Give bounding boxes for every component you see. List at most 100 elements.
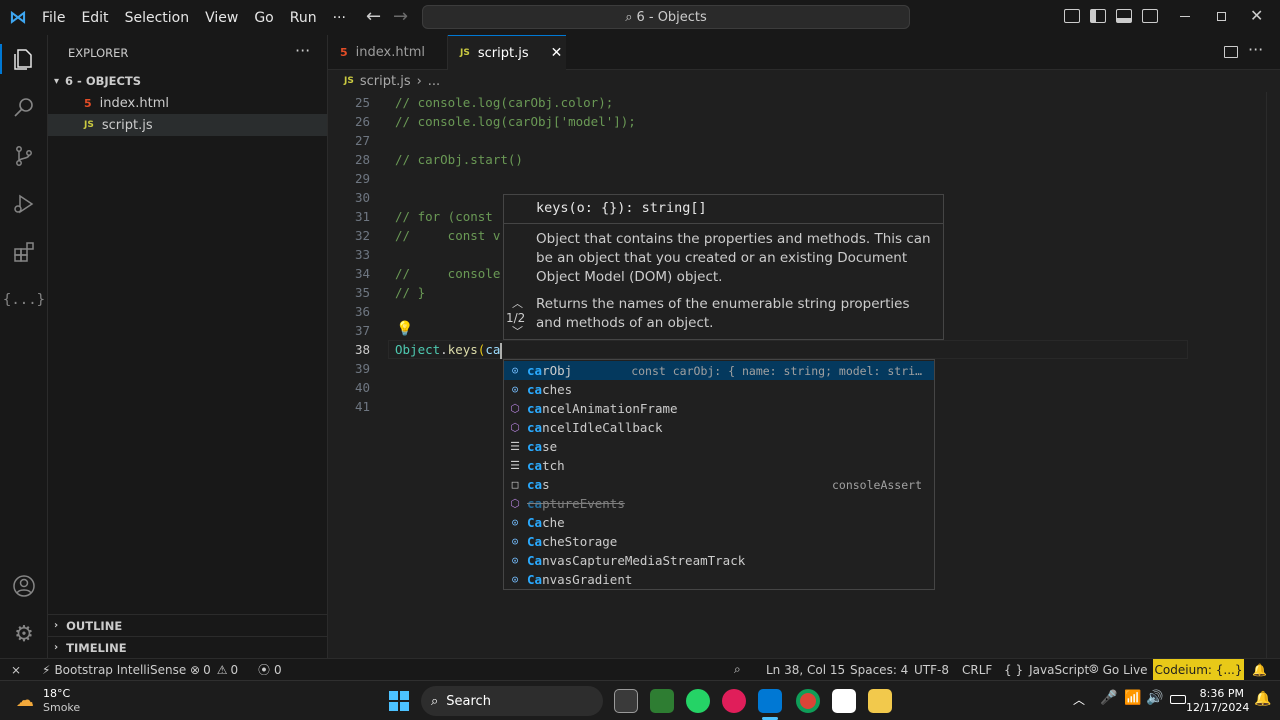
suggestion-item[interactable]: ⊙ CanvasCaptureMediaStreamTrack bbox=[504, 551, 934, 570]
run-debug-icon[interactable] bbox=[10, 190, 38, 218]
command-center-search[interactable]: ⌕ 6 - Objects bbox=[422, 5, 910, 29]
task-view-icon[interactable] bbox=[614, 689, 638, 713]
forward-arrow-icon[interactable]: → bbox=[393, 6, 408, 27]
start-windows-icon[interactable] bbox=[389, 691, 409, 711]
suggestion-rest: ches bbox=[542, 382, 573, 397]
chevron-down-icon[interactable]: ﹀ bbox=[512, 323, 523, 339]
suggestion-item[interactable]: ⬡ captureEvents bbox=[504, 494, 934, 513]
volume-icon[interactable]: 🔊 bbox=[1146, 690, 1163, 706]
taskbar-search[interactable]: ⌕ Search bbox=[421, 686, 603, 716]
minimap[interactable] bbox=[1190, 92, 1270, 658]
cursor-position[interactable]: Ln 38, Col 15 bbox=[766, 659, 845, 680]
menu-go[interactable]: Go bbox=[254, 10, 273, 26]
microphone-icon[interactable]: 🎤 bbox=[1100, 690, 1117, 706]
variable-kind-icon: ⊙ bbox=[511, 383, 519, 396]
wifi-icon[interactable]: 📶 bbox=[1124, 690, 1141, 706]
line-ending[interactable]: CRLF bbox=[962, 659, 992, 680]
toggle-panel-icon[interactable] bbox=[1116, 9, 1132, 23]
suggestion-item[interactable]: ⬡ cancelIdleCallback bbox=[504, 418, 934, 437]
menu-more[interactable]: ··· bbox=[333, 10, 346, 26]
menu-edit[interactable]: Edit bbox=[81, 10, 108, 26]
back-arrow-icon[interactable]: ← bbox=[366, 6, 381, 27]
notification-center-icon[interactable]: 🔔 bbox=[1254, 691, 1271, 707]
suggestion-item[interactable]: ☰ catch bbox=[504, 456, 934, 475]
clock-time[interactable]: 8:36 PM bbox=[1196, 687, 1244, 700]
customize-layout-icon[interactable] bbox=[1064, 9, 1080, 23]
file-item-index-html[interactable]: 5 index.html bbox=[48, 92, 327, 114]
toggle-secondary-sidebar-icon[interactable] bbox=[1142, 9, 1158, 23]
editor-more-icon[interactable]: ··· bbox=[1248, 40, 1263, 59]
suggestion-item[interactable]: ⊙ CacheStorage bbox=[504, 532, 934, 551]
language-mode[interactable]: { } JavaScript bbox=[1004, 659, 1089, 680]
file-explorer-icon[interactable] bbox=[868, 689, 892, 713]
outline-section[interactable]: › OUTLINE bbox=[48, 614, 327, 636]
problems-indicator[interactable]: ⊗ 0 ⚠ 0 bbox=[190, 659, 238, 680]
tab-script-js[interactable]: JS script.js ✕ bbox=[448, 35, 566, 70]
suggestion-item[interactable]: ⊙ carObj const carObj: { name: string; mod… bbox=[504, 361, 934, 380]
weather-icon[interactable]: ☁ bbox=[16, 690, 34, 711]
suggestion-item[interactable]: ☰ case bbox=[504, 437, 934, 456]
file-item-script-js[interactable]: JS script.js bbox=[48, 114, 327, 136]
close-window-icon[interactable]: ✕ bbox=[1250, 6, 1263, 25]
notion-icon[interactable] bbox=[832, 689, 856, 713]
tab-index-html[interactable]: 5 index.html bbox=[328, 35, 448, 70]
explorer-icon[interactable] bbox=[10, 45, 38, 73]
remote-indicator[interactable]: ⨯ bbox=[0, 659, 32, 680]
zoom-icon[interactable]: ⌕ bbox=[734, 659, 741, 680]
extensions-icon[interactable] bbox=[10, 238, 38, 266]
json-braces-icon[interactable]: {...} bbox=[3, 286, 45, 314]
suggestion-item[interactable]: ⊙ CanvasGradient bbox=[504, 570, 934, 589]
menu-view[interactable]: View bbox=[205, 10, 238, 26]
source-control-icon[interactable] bbox=[10, 142, 38, 170]
match-highlight: ca bbox=[527, 458, 543, 473]
suggestion-item[interactable]: ⊙ caches bbox=[504, 380, 934, 399]
menu-run[interactable]: Run bbox=[290, 10, 317, 26]
folder-row[interactable]: ▾ 6 - OBJECTS bbox=[48, 70, 327, 92]
split-editor-icon[interactable] bbox=[1224, 46, 1238, 58]
suggestion-item[interactable]: ⬡ cancelAnimationFrame bbox=[504, 399, 934, 418]
line-number: 33 bbox=[354, 247, 370, 262]
codeium-status[interactable]: Codeium: {...} bbox=[1153, 659, 1244, 680]
more-actions-icon[interactable]: ··· bbox=[295, 41, 310, 60]
line-number: 32 bbox=[354, 228, 370, 243]
breadcrumb-file[interactable]: script.js bbox=[360, 74, 411, 89]
weather-temp[interactable]: 18°C bbox=[43, 687, 70, 700]
line-number: 34 bbox=[354, 266, 370, 281]
suggestion-label: Cache bbox=[527, 515, 565, 530]
menu-selection[interactable]: Selection bbox=[125, 10, 190, 26]
lightbulb-icon[interactable]: 💡 bbox=[396, 321, 413, 337]
search-sidebar-icon[interactable] bbox=[10, 93, 38, 121]
accounts-icon[interactable] bbox=[10, 572, 38, 600]
menu-file[interactable]: File bbox=[42, 10, 65, 26]
bootstrap-intellisense[interactable]: ⚡ Bootstrap IntelliSense bbox=[42, 659, 186, 680]
vertical-scrollbar[interactable] bbox=[1266, 92, 1280, 658]
code-line: // } bbox=[395, 285, 426, 300]
close-tab-icon[interactable]: ✕ bbox=[551, 45, 563, 61]
battery-icon[interactable] bbox=[1170, 695, 1186, 704]
line-number: 39 bbox=[354, 361, 370, 376]
widgets-icon[interactable] bbox=[650, 689, 674, 713]
encoding[interactable]: UTF-8 bbox=[914, 659, 949, 680]
vscode-taskbar-icon[interactable] bbox=[758, 689, 782, 713]
suggestion-item[interactable]: ⊙ Cache bbox=[504, 513, 934, 532]
html-file-icon: 5 bbox=[340, 46, 348, 59]
go-live-button[interactable]: ⦾ Go Live bbox=[1089, 659, 1148, 680]
suggestion-item[interactable]: □ cas consoleAssert bbox=[504, 475, 934, 494]
restore-icon[interactable] bbox=[1217, 12, 1226, 21]
line-number: 27 bbox=[354, 133, 370, 148]
notifications-bell-icon[interactable]: 🔔 bbox=[1252, 659, 1267, 680]
indentation[interactable]: Spaces: 4 bbox=[850, 659, 908, 680]
chevron-up-icon[interactable]: ︿ bbox=[512, 295, 523, 311]
breadcrumb-more[interactable]: ... bbox=[428, 74, 440, 89]
minimize-icon[interactable] bbox=[1180, 16, 1190, 17]
line-number: 38 bbox=[354, 342, 370, 357]
timeline-section[interactable]: › TIMELINE bbox=[48, 636, 327, 658]
whatsapp-icon[interactable] bbox=[686, 689, 710, 713]
toggle-sidebar-icon[interactable] bbox=[1090, 9, 1106, 23]
ports-indicator[interactable]: ⦿ 0 bbox=[258, 659, 282, 680]
chevron-up-icon[interactable]: ︿ bbox=[1073, 691, 1085, 708]
chrome-icon[interactable] bbox=[796, 689, 820, 713]
clock-date[interactable]: 12/17/2024 bbox=[1186, 701, 1249, 714]
slack-icon[interactable] bbox=[722, 689, 746, 713]
settings-gear-icon[interactable]: ⚙ bbox=[10, 620, 38, 648]
